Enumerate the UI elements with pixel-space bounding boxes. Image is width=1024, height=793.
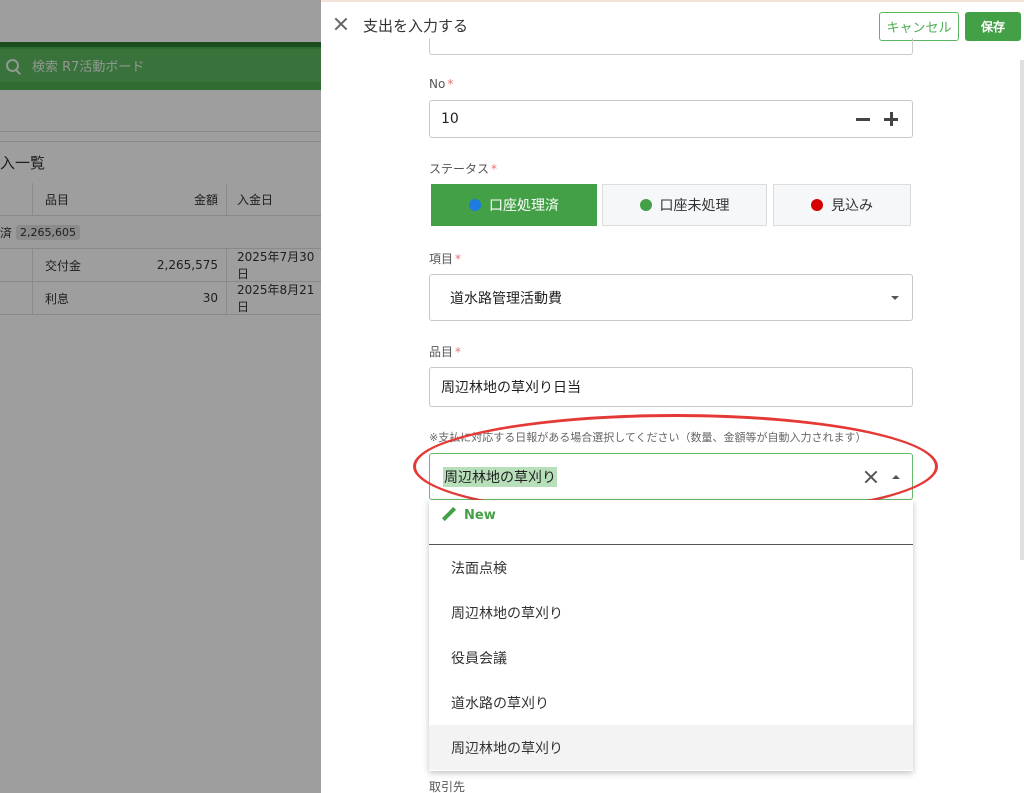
item-input[interactable]: 周辺林地の草刈り日当 <box>429 367 913 407</box>
plus-icon[interactable] <box>884 112 898 126</box>
dropdown-option[interactable]: 周辺林地の草刈り <box>429 725 913 770</box>
pencil-icon <box>442 508 456 522</box>
item-label: 品目 * <box>429 345 462 359</box>
no-stepper <box>856 101 898 137</box>
modal-overlay[interactable] <box>0 0 321 793</box>
partner-label: 取引先 <box>429 780 466 793</box>
item-value: 周辺林地の草刈り日当 <box>441 380 581 396</box>
caret-down-icon <box>891 295 899 300</box>
status-option-expected[interactable]: 見込み <box>773 184 911 226</box>
category-label: 項目 * <box>429 252 462 266</box>
report-combobox[interactable]: 周辺林地の草刈り <box>429 453 913 500</box>
report-hint: ※支払に対応する日報がある場合選択してください（数量、金額等が自動入力されます） <box>429 431 867 444</box>
dropdown-option[interactable]: 道水路の草刈り <box>429 680 913 725</box>
dropdown-option[interactable]: 役員会議 <box>429 635 913 680</box>
caret-up-icon[interactable] <box>892 475 900 479</box>
clear-icon[interactable] <box>863 469 879 485</box>
save-button[interactable]: 保存 <box>965 12 1021 41</box>
close-icon[interactable] <box>333 16 349 32</box>
category-select[interactable]: 道水路管理活動費 <box>429 274 913 321</box>
cancel-button[interactable]: キャンセル <box>879 12 959 41</box>
dropdown-option[interactable]: 周辺林地の草刈り <box>429 590 913 635</box>
report-selected-value: 周辺林地の草刈り <box>443 466 557 487</box>
status-dot-icon <box>811 199 823 211</box>
no-label: No * <box>429 77 454 91</box>
status-option-unprocessed[interactable]: 口座未処理 <box>602 184 767 226</box>
category-value: 道水路管理活動費 <box>450 290 562 307</box>
no-field[interactable]: 10 <box>429 100 913 138</box>
dropdown-new-option[interactable]: New <box>429 500 913 545</box>
status-dot-icon <box>469 199 481 211</box>
no-value: 10 <box>441 111 459 127</box>
panel-scrollbar[interactable] <box>1020 60 1024 560</box>
dropdown-option[interactable]: 法面点検 <box>429 545 913 590</box>
status-label: ステータス * <box>429 162 498 176</box>
status-dot-icon <box>639 199 652 211</box>
panel-title: 支出を入力する <box>363 17 469 35</box>
previous-field[interactable] <box>429 38 913 55</box>
report-dropdown-list: New 法面点検 周辺林地の草刈り 役員会議 道水路の草刈り 周辺林地の草刈り <box>429 500 913 771</box>
status-option-processed[interactable]: 口座処理済 <box>431 184 597 226</box>
minus-icon[interactable] <box>856 112 870 126</box>
expense-form-panel: 支出を入力する キャンセル 保存 No * 10 ステータス * 口座処理済 口座未… <box>321 0 1024 793</box>
